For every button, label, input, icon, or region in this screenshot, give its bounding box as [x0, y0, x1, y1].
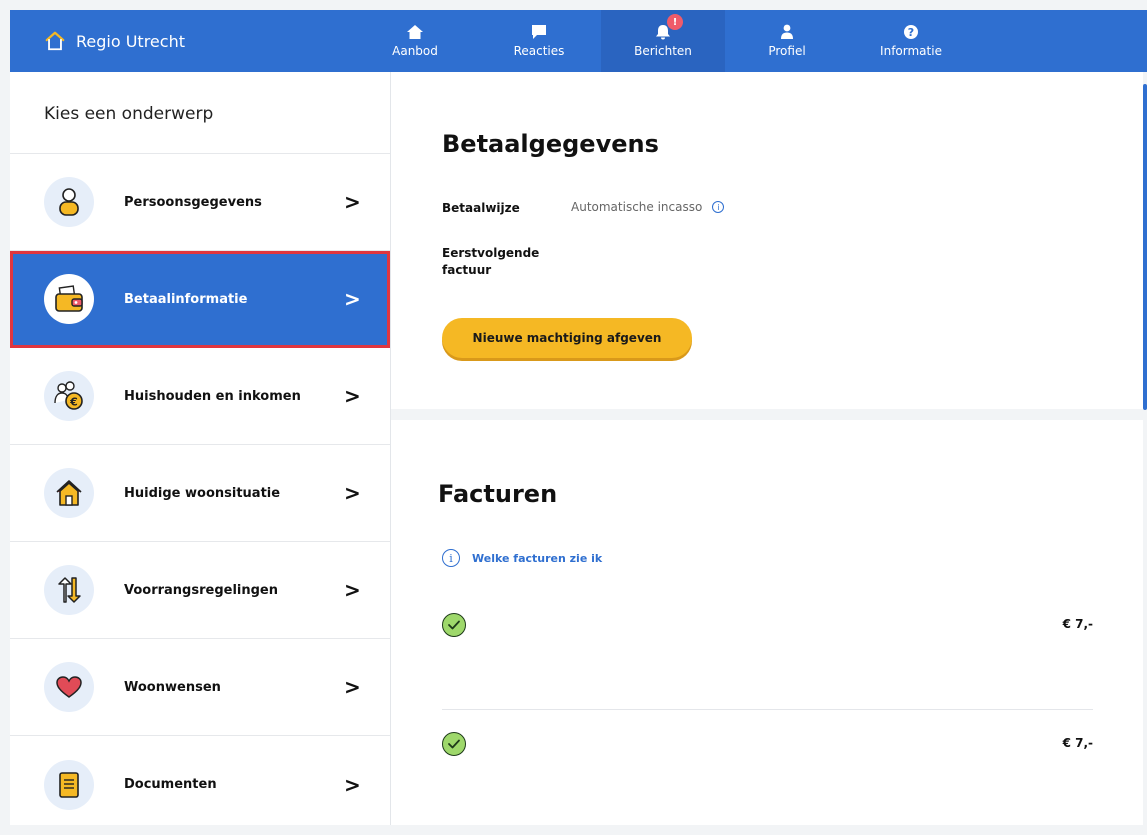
- question-icon: ?: [902, 24, 920, 40]
- nav-profiel[interactable]: Profiel: [725, 10, 849, 72]
- topic-sidebar: Kies een onderwerp Persoonsgegevens > Be…: [10, 72, 391, 825]
- sidebar-item-persoonsgegevens[interactable]: Persoonsgegevens >: [10, 154, 390, 251]
- sidebar-item-documenten[interactable]: Documenten >: [10, 736, 390, 833]
- payment-details-card: Betaalgegevens Betaalwijze Automatische …: [391, 72, 1143, 409]
- next-invoice-label-line1: Eerstvolgende: [442, 246, 540, 260]
- payment-method-value-row: Automatische incasso i: [571, 200, 725, 214]
- invoice-divider: [442, 709, 1093, 710]
- invoice-amount: € 7,-: [1062, 617, 1093, 631]
- next-invoice-label-line2: factuur: [442, 263, 492, 277]
- chevron-right-icon: >: [344, 287, 361, 311]
- svg-text:?: ?: [908, 26, 914, 39]
- chevron-right-icon: >: [344, 481, 361, 505]
- invoice-row[interactable]: € 7,-: [442, 613, 1093, 653]
- payment-method-value: Automatische incasso: [571, 200, 703, 214]
- invoices-card: Facturen i Welke facturen zie ik € 7,- €…: [391, 420, 1143, 825]
- sidebar-item-betaalinformatie[interactable]: Betaalinformatie >: [10, 251, 390, 348]
- check-circle-icon: [442, 613, 466, 637]
- home-outline-icon: [45, 31, 65, 51]
- nav-berichten[interactable]: ! Berichten: [601, 10, 725, 72]
- nav-aanbod-label: Aanbod: [392, 44, 438, 58]
- priority-arrows-icon: [44, 565, 94, 615]
- sidebar-item-label: Documenten: [124, 777, 217, 792]
- sidebar-item-woonwensen[interactable]: Woonwensen >: [10, 639, 390, 736]
- info-icon[interactable]: i: [712, 201, 725, 213]
- sidebar-item-huidige-woonsituatie[interactable]: Huidige woonsituatie >: [10, 445, 390, 542]
- user-icon: [778, 24, 796, 40]
- nav-berichten-label: Berichten: [634, 44, 692, 58]
- sidebar-item-label: Persoonsgegevens: [124, 194, 262, 210]
- chevron-right-icon: >: [344, 772, 361, 797]
- payment-title: Betaalgegevens: [442, 130, 659, 158]
- nav-reacties[interactable]: Reacties: [477, 10, 601, 72]
- main-nav: Aanbod Reacties ! Berichten Profiel ? In…: [353, 10, 973, 72]
- home-icon: [406, 24, 424, 40]
- house-icon: [44, 468, 94, 518]
- nav-reacties-label: Reacties: [513, 44, 565, 58]
- notification-badge: !: [667, 14, 683, 30]
- next-invoice-label: Eerstvolgende factuur: [442, 245, 539, 279]
- invoice-row[interactable]: € 7,-: [442, 732, 1093, 772]
- brand-name: Regio Utrecht: [76, 31, 185, 51]
- sidebar-item-label: Woonwensen: [124, 679, 221, 695]
- nav-informatie-label: Informatie: [880, 44, 942, 58]
- chat-icon: [530, 24, 548, 40]
- sidebar-item-huishouden-en-inkomen[interactable]: € Huishouden en inkomen >: [10, 348, 390, 445]
- sidebar-item-label: Betaalinformatie: [124, 291, 248, 307]
- svg-text:€: €: [69, 396, 78, 409]
- invoices-info-row: i Welke facturen zie ik: [442, 549, 602, 567]
- top-navigation-bar: Regio Utrecht Aanbod Reacties ! Berichte…: [10, 10, 1147, 72]
- chevron-right-icon: >: [344, 675, 361, 699]
- sidebar-item-label: Voorrangsregelingen: [124, 582, 279, 598]
- nav-informatie[interactable]: ? Informatie: [849, 10, 973, 72]
- household-income-icon: €: [44, 371, 94, 421]
- chevron-right-icon: >: [344, 190, 361, 214]
- sidebar-item-label: Huidige woonsituatie: [124, 485, 281, 501]
- chevron-right-icon: >: [344, 578, 361, 602]
- invoices-title: Facturen: [438, 480, 558, 508]
- person-icon: [44, 177, 94, 227]
- which-invoices-link[interactable]: Welke facturen zie ik: [472, 552, 602, 565]
- scrollbar[interactable]: [1143, 84, 1147, 410]
- nav-aanbod[interactable]: Aanbod: [353, 10, 477, 72]
- payment-method-label: Betaalwijze: [442, 201, 520, 215]
- wallet-icon: [44, 274, 94, 324]
- new-mandate-button[interactable]: Nieuwe machtiging afgeven: [442, 318, 692, 358]
- brand[interactable]: Regio Utrecht: [44, 10, 185, 72]
- nav-profiel-label: Profiel: [768, 44, 806, 58]
- chevron-right-icon: >: [344, 384, 361, 408]
- sidebar-heading: Kies een onderwerp: [10, 72, 390, 154]
- sidebar-item-label: Huishouden en inkomen: [124, 388, 301, 404]
- info-circle-icon: i: [442, 549, 460, 567]
- document-icon: [44, 759, 94, 810]
- heart-icon: [44, 662, 94, 712]
- sidebar-item-voorrangsregelingen[interactable]: Voorrangsregelingen >: [10, 542, 390, 639]
- invoice-amount: € 7,-: [1062, 736, 1093, 750]
- check-circle-icon: [442, 732, 466, 756]
